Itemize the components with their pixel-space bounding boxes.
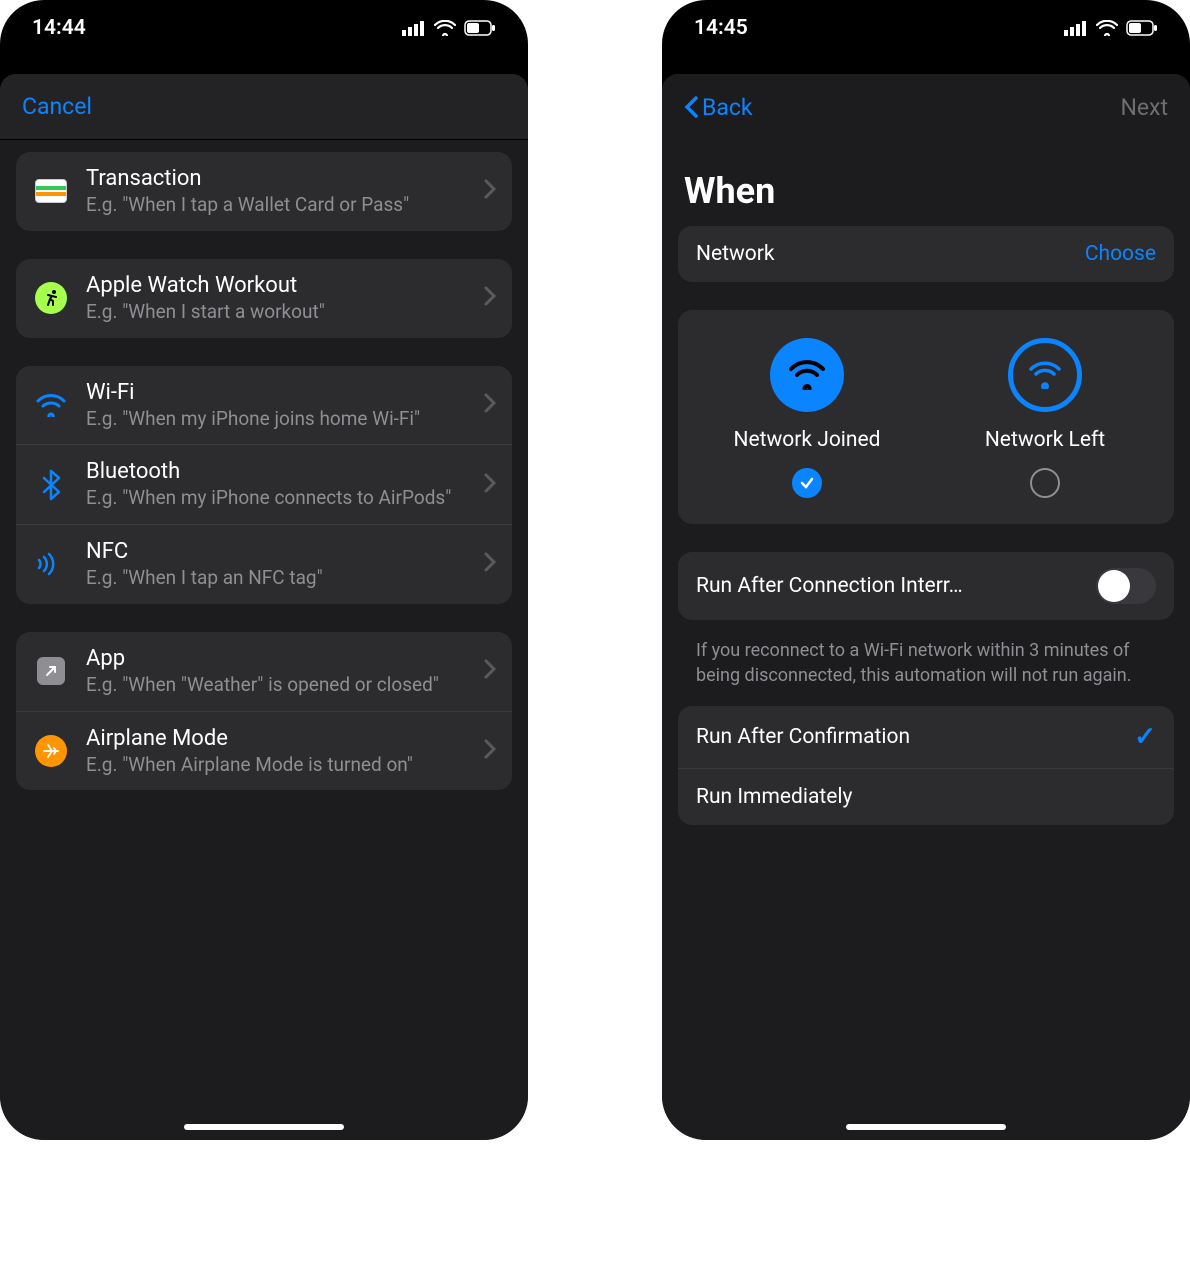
interrupt-group: Run After Connection Interr…	[678, 552, 1174, 620]
status-time: 14:44	[32, 16, 86, 40]
trigger-list-sheet: Cancel Transaction E.g. "When I tap a Wa…	[0, 74, 528, 1140]
interrupt-footer: If you reconnect to a Wi-Fi network with…	[678, 628, 1174, 706]
wifi-left-icon	[1008, 338, 1082, 412]
wifi-joined-icon	[770, 338, 844, 412]
row-subtitle: E.g. "When I tap an NFC tag"	[86, 566, 468, 590]
network-label: Network	[696, 242, 775, 266]
wallet-icon	[32, 172, 70, 210]
when-content[interactable]: When Network Choose Network Joined	[662, 140, 1190, 1140]
option-label: Network Joined	[734, 428, 881, 452]
option-network-joined[interactable]: Network Joined	[693, 338, 921, 498]
row-subtitle: E.g. "When I start a workout"	[86, 300, 468, 324]
app-icon	[32, 652, 70, 690]
run-mode-label: Run After Confirmation	[696, 725, 910, 749]
workout-icon	[32, 279, 70, 317]
network-choose-row[interactable]: Network Choose	[678, 226, 1174, 282]
bluetooth-icon	[32, 466, 70, 504]
trigger-group: Wi-Fi E.g. "When my iPhone joins home Wi…	[16, 366, 512, 604]
option-network-left[interactable]: Network Left	[931, 338, 1159, 498]
chevron-right-icon	[484, 552, 496, 576]
page-title: When	[678, 152, 1174, 226]
row-subtitle: E.g. "When Airplane Mode is turned on"	[86, 753, 468, 777]
trigger-row-wifi[interactable]: Wi-Fi E.g. "When my iPhone joins home Wi…	[16, 366, 512, 445]
run-after-confirmation-row[interactable]: Run After Confirmation ✓	[678, 706, 1174, 769]
row-title: App	[86, 646, 468, 671]
next-button[interactable]: Next	[1120, 94, 1168, 121]
run-after-interrupt-row[interactable]: Run After Connection Interr…	[678, 552, 1174, 620]
chevron-right-icon	[484, 739, 496, 763]
run-immediately-row[interactable]: Run Immediately	[678, 769, 1174, 825]
trigger-list[interactable]: Transaction E.g. "When I tap a Wallet Ca…	[0, 140, 528, 1140]
status-bar: 14:45	[662, 0, 1190, 56]
trigger-row-transaction[interactable]: Transaction E.g. "When I tap a Wallet Ca…	[16, 152, 512, 231]
chevron-right-icon	[484, 473, 496, 497]
back-button[interactable]: Back	[684, 94, 753, 121]
row-subtitle: E.g. "When my iPhone connects to AirPods…	[86, 486, 468, 510]
row-title: Apple Watch Workout	[86, 273, 468, 298]
run-mode-group: Run After Confirmation ✓ Run Immediately	[678, 706, 1174, 825]
row-subtitle: E.g. "When I tap a Wallet Card or Pass"	[86, 193, 468, 217]
trigger-group: App E.g. "When "Weather" is opened or cl…	[16, 632, 512, 791]
row-title: Airplane Mode	[86, 726, 468, 751]
chevron-right-icon	[484, 179, 496, 203]
phone-right: 14:45 Back Next When Network Choose	[662, 0, 1190, 1140]
phone-left: 14:44 Cancel	[0, 0, 528, 1140]
battery-icon	[1126, 20, 1158, 36]
row-title: Wi-Fi	[86, 380, 468, 405]
status-bar: 14:44	[0, 0, 528, 56]
row-title: Transaction	[86, 166, 468, 191]
trigger-group: Apple Watch Workout E.g. "When I start a…	[16, 259, 512, 338]
row-title: NFC	[86, 539, 468, 564]
nfc-icon	[32, 545, 70, 583]
row-subtitle: E.g. "When "Weather" is opened or closed…	[86, 673, 468, 697]
row-subtitle: E.g. "When my iPhone joins home Wi-Fi"	[86, 407, 468, 431]
status-right	[1064, 20, 1158, 36]
network-group: Network Choose	[678, 226, 1174, 282]
battery-icon	[464, 20, 496, 36]
chevron-right-icon	[484, 659, 496, 683]
airplane-icon	[32, 732, 70, 770]
cellular-icon	[1064, 20, 1088, 36]
home-indicator[interactable]	[846, 1124, 1006, 1130]
wifi-status-icon	[1096, 20, 1118, 36]
network-option-group: Network Joined Network Left	[678, 310, 1174, 524]
trigger-group: Transaction E.g. "When I tap a Wallet Ca…	[16, 152, 512, 231]
radio-selected[interactable]	[792, 468, 822, 498]
trigger-row-workout[interactable]: Apple Watch Workout E.g. "When I start a…	[16, 259, 512, 338]
trigger-row-app[interactable]: App E.g. "When "Weather" is opened or cl…	[16, 632, 512, 711]
trigger-row-nfc[interactable]: NFC E.g. "When I tap an NFC tag"	[16, 524, 512, 604]
interrupt-label: Run After Connection Interr…	[696, 574, 963, 598]
home-indicator[interactable]	[184, 1124, 344, 1130]
interrupt-toggle[interactable]	[1096, 568, 1156, 604]
nav-bar: Back Next	[662, 74, 1190, 140]
radio-unselected[interactable]	[1030, 468, 1060, 498]
chevron-right-icon	[484, 393, 496, 417]
row-title: Bluetooth	[86, 459, 468, 484]
checkmark-icon: ✓	[1134, 722, 1156, 752]
cancel-button[interactable]: Cancel	[22, 93, 92, 120]
option-label: Network Left	[985, 428, 1105, 452]
run-mode-label: Run Immediately	[696, 785, 852, 809]
wifi-icon	[32, 386, 70, 424]
when-config-sheet: Back Next When Network Choose	[662, 74, 1190, 1140]
status-right	[402, 20, 496, 36]
cellular-icon	[402, 20, 426, 36]
trigger-row-airplane[interactable]: Airplane Mode E.g. "When Airplane Mode i…	[16, 711, 512, 791]
nav-bar: Cancel	[0, 74, 528, 140]
chevron-right-icon	[484, 286, 496, 310]
trigger-row-bluetooth[interactable]: Bluetooth E.g. "When my iPhone connects …	[16, 444, 512, 524]
wifi-status-icon	[434, 20, 456, 36]
choose-link[interactable]: Choose	[1085, 242, 1156, 266]
status-time: 14:45	[694, 16, 748, 40]
